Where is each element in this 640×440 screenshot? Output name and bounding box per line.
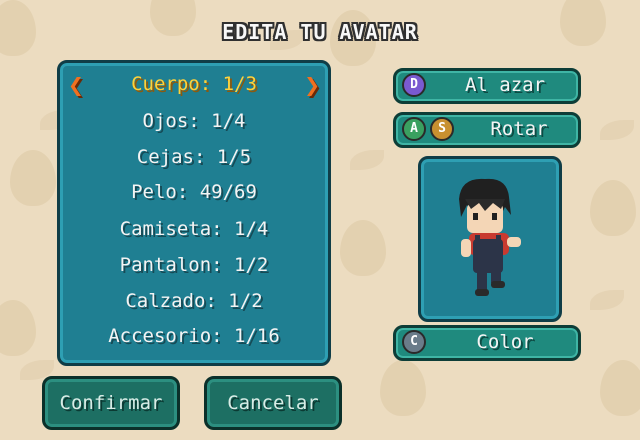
menu-item-cejas[interactable]: Cejas: 1/5 [60, 146, 328, 168]
color-button[interactable]: C Color [393, 325, 581, 361]
confirm-button[interactable]: Confirmar [42, 376, 180, 430]
menu-item-cuerpo[interactable]: Cuerpo: 1/3 [60, 73, 328, 95]
key-d-icon: D [402, 73, 426, 97]
menu-item-ojos[interactable]: Ojos: 1/4 [60, 110, 328, 132]
key-s-icon: S [430, 117, 454, 141]
menu-item-calzado[interactable]: Calzado: 1/2 [60, 290, 328, 312]
avatar-preview [418, 156, 562, 322]
rotate-button[interactable]: A S Rotar [393, 112, 581, 148]
random-button-label: Al azar [464, 74, 546, 96]
avatar-sprite [459, 178, 521, 296]
key-a-icon: A [402, 117, 426, 141]
color-button-label: Color [476, 331, 534, 353]
menu-item-pantalon[interactable]: Pantalon: 1/2 [60, 254, 328, 276]
key-c-icon: C [402, 330, 426, 354]
cancel-button[interactable]: Cancelar [204, 376, 342, 430]
menu-item-camiseta[interactable]: Camiseta: 1/4 [60, 218, 328, 240]
menu-item-pelo[interactable]: Pelo: 49/69 [60, 181, 328, 203]
attribute-menu-panel: ❮ ❯ Cuerpo: 1/3 Ojos: 1/4 Cejas: 1/5 Pel… [57, 60, 331, 366]
random-button[interactable]: D Al azar [393, 68, 581, 104]
screen-title: EDITA TU AVATAR [222, 20, 418, 44]
rotate-button-label: Rotar [490, 118, 548, 140]
menu-item-accesorio[interactable]: Accesorio: 1/16 [60, 325, 328, 347]
